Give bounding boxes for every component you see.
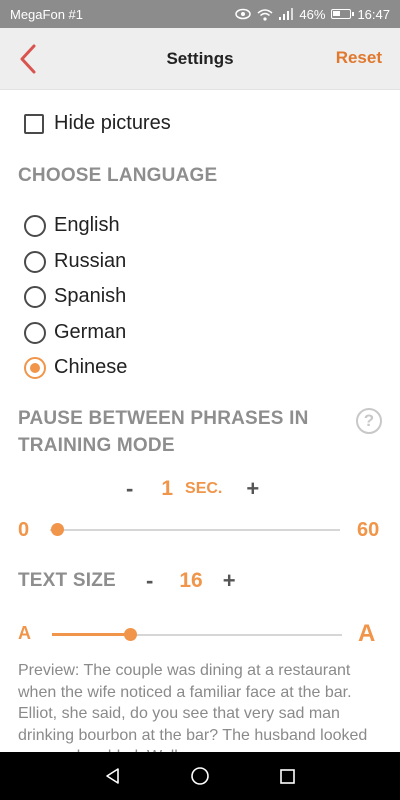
recents-square-icon	[279, 769, 295, 784]
hide-pictures-label: Hide pictures	[54, 112, 171, 134]
nav-recents-button[interactable]	[267, 756, 307, 796]
text-size-title: TEXT SIZE	[18, 570, 116, 591]
pause-slider-track[interactable]	[50, 529, 340, 531]
status-icons: 46% 16:47	[235, 7, 390, 22]
eye-icon	[235, 8, 252, 20]
pause-max-label: 60	[357, 519, 380, 541]
pause-decrease-button[interactable]: -	[126, 476, 133, 502]
pause-unit: SEC.	[185, 480, 223, 497]
language-option-russian[interactable]: Russian	[24, 250, 126, 273]
text-size-decrease-button[interactable]: -	[146, 568, 153, 594]
battery-percent: 46%	[299, 6, 326, 22]
language-option-chinese[interactable]: Chinese	[24, 356, 127, 379]
text-size-stepper: - 16 +	[146, 568, 236, 594]
hide-pictures-checkbox[interactable]	[24, 113, 44, 134]
preview-text: Preview: The couple was dining at a rest…	[18, 662, 368, 752]
language-label: Spanish	[54, 285, 127, 307]
wifi-icon	[257, 8, 273, 21]
pause-stepper: - 1 SEC. +	[126, 476, 259, 502]
pause-min-label: 0	[18, 519, 30, 541]
language-label: Russian	[54, 250, 127, 272]
back-triangle-icon	[106, 768, 120, 784]
text-size-large-a: A	[358, 620, 376, 647]
pause-title-line1: PAUSE BETWEEN PHRASES IN	[18, 408, 309, 429]
pause-title-line2: TRAINING MODE	[18, 435, 175, 456]
language-option-spanish[interactable]: Spanish	[24, 285, 126, 308]
text-size-slider-fill	[52, 633, 131, 636]
language-label: English	[54, 214, 120, 236]
signal-icon	[279, 8, 294, 20]
text-size-small-a: A	[18, 623, 31, 643]
battery-icon	[331, 9, 355, 19]
language-option-german[interactable]: German	[24, 321, 126, 344]
pause-section-title: PAUSE BETWEEN PHRASES IN TRAINING MODE	[18, 405, 348, 459]
pause-value: 1	[161, 477, 174, 500]
radio-german[interactable]	[24, 321, 46, 344]
nav-home-button[interactable]	[180, 756, 220, 796]
text-size-slider-thumb[interactable]	[124, 628, 138, 641]
chevron-left-icon	[20, 44, 36, 74]
text-size-value: 16	[179, 569, 203, 592]
radio-spanish[interactable]	[24, 285, 46, 308]
page-title: Settings	[166, 48, 234, 68]
radio-chinese[interactable]	[24, 356, 46, 379]
system-nav-bar	[0, 752, 400, 800]
home-circle-icon	[191, 767, 209, 785]
nav-back-button[interactable]	[93, 756, 133, 796]
pause-increase-button[interactable]: +	[246, 476, 259, 502]
language-option-english[interactable]: English	[24, 214, 120, 237]
back-button[interactable]	[14, 42, 44, 76]
app-bar: Settings Reset	[0, 28, 400, 90]
status-time: 16:47	[357, 6, 390, 22]
status-bar: MegaFon #1 46% 16:47	[0, 0, 400, 28]
help-icon[interactable]: ?	[356, 408, 382, 434]
choose-language-title: CHOOSE LANGUAGE	[18, 165, 218, 186]
language-label: Chinese	[54, 356, 128, 378]
reset-button[interactable]: Reset	[336, 48, 382, 68]
settings-content: Hide pictures CHOOSE LANGUAGE English Ru…	[0, 90, 400, 752]
language-label: German	[54, 321, 127, 343]
carrier-name: MegaFon #1	[10, 6, 83, 22]
text-size-increase-button[interactable]: +	[223, 568, 236, 594]
radio-english[interactable]	[24, 214, 46, 237]
pause-slider-thumb[interactable]	[50, 523, 64, 536]
hide-pictures-option[interactable]: Hide pictures	[24, 112, 171, 135]
radio-russian[interactable]	[24, 250, 46, 273]
